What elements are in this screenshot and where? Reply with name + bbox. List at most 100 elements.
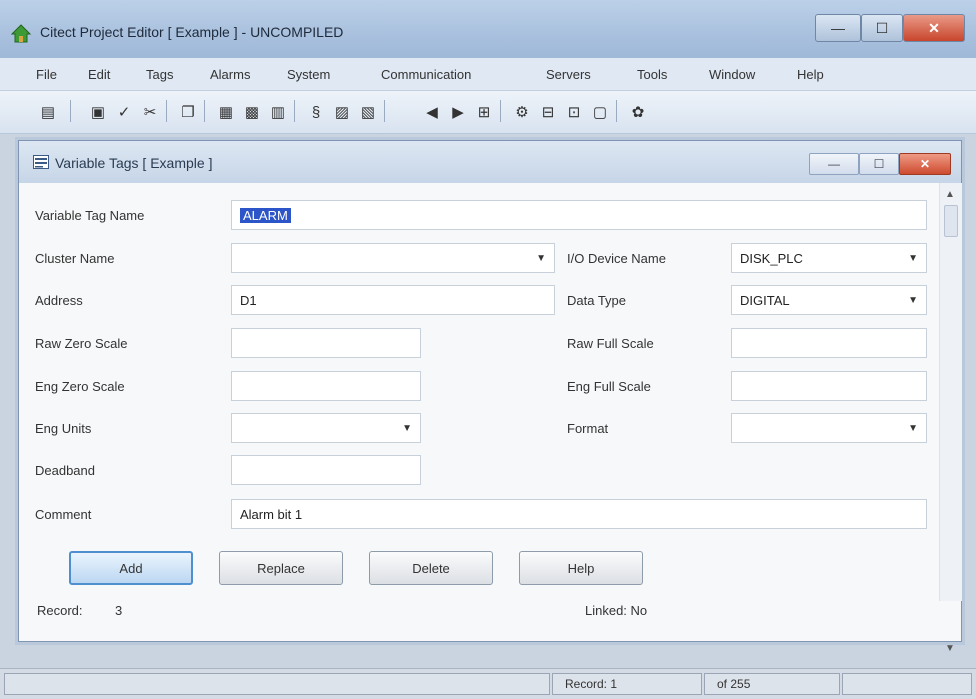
maximize-icon: ☐: [873, 157, 885, 171]
variable-tags-icon[interactable]: ▦: [214, 99, 238, 125]
compile-icon[interactable]: ✓: [112, 99, 136, 125]
close-icon: ✕: [919, 157, 931, 171]
maximize-icon: ☐: [875, 19, 889, 36]
status-of-count: of 255: [704, 673, 840, 695]
raw-zero-label: Raw Zero Scale: [35, 336, 128, 351]
comment-value: Alarm bit 1: [240, 506, 303, 522]
chevron-down-icon: ▼: [402, 423, 412, 434]
record-value: 3: [115, 603, 123, 618]
computer-icon[interactable]: ▢: [588, 99, 612, 125]
maximize-button[interactable]: ☐: [861, 14, 903, 42]
add-record-icon[interactable]: ⊞: [472, 99, 496, 125]
eng-zero-label: Eng Zero Scale: [35, 379, 125, 394]
deadband-input[interactable]: [231, 455, 421, 485]
io-device-value: DISK_PLC: [740, 250, 803, 266]
raw-full-label: Raw Full Scale: [567, 336, 654, 351]
chevron-down-icon: ▼: [908, 295, 918, 306]
menu-servers[interactable]: Servers: [546, 67, 591, 82]
replace-button[interactable]: Replace: [219, 551, 343, 585]
menu-communication[interactable]: Communication: [381, 67, 471, 82]
menu-window[interactable]: Window: [709, 67, 755, 82]
format-label: Format: [567, 421, 609, 436]
eng-units-select[interactable]: ▼: [231, 413, 421, 443]
record-label: Record:: [37, 603, 83, 618]
deadband-label: Deadband: [35, 463, 95, 478]
status-pane-main: [4, 673, 550, 695]
menubar: File Edit Tags Alarms System Communicati…: [0, 58, 976, 91]
cluster-select[interactable]: ▼: [231, 243, 555, 273]
delete-button[interactable]: Delete: [369, 551, 493, 585]
menu-alarms[interactable]: Alarms: [210, 67, 250, 82]
help-icon[interactable]: ✿: [626, 99, 650, 125]
io-device-select[interactable]: DISK_PLC ▼: [731, 243, 927, 273]
next-record-icon[interactable]: ▶: [446, 99, 470, 125]
variable-tags-window: Variable Tags [ Example ] — ☐ ✕ Variable…: [18, 140, 962, 654]
advanced-alarms-icon[interactable]: ▩: [240, 99, 264, 125]
devices-icon[interactable]: ▧: [356, 99, 380, 125]
project-icon[interactable]: ▤: [36, 99, 60, 125]
analog-alarms-icon[interactable]: ▨: [330, 99, 354, 125]
express-wizard-icon[interactable]: ⚙: [510, 99, 534, 125]
data-type-value: DIGITAL: [740, 292, 790, 308]
child-maximize-button[interactable]: ☐: [859, 153, 899, 175]
address-input[interactable]: D1: [231, 285, 555, 315]
add-button[interactable]: Add: [69, 551, 193, 585]
address-value: D1: [240, 292, 257, 308]
cut-icon[interactable]: ✂: [138, 99, 162, 125]
child-titlebar[interactable]: Variable Tags [ Example ] — ☐ ✕: [19, 141, 961, 184]
menu-file[interactable]: File: [36, 67, 57, 82]
close-button[interactable]: ✕: [903, 14, 965, 42]
status-pane-extra: [842, 673, 972, 695]
prev-record-icon[interactable]: ◀: [420, 99, 444, 125]
linked-status: Linked: No: [585, 603, 648, 618]
close-icon: ✕: [928, 19, 940, 36]
menu-edit[interactable]: Edit: [88, 67, 110, 82]
boards-icon[interactable]: ⊡: [562, 99, 586, 125]
digital-alarms-icon[interactable]: ▥: [266, 99, 290, 125]
child-close-button[interactable]: ✕: [899, 153, 951, 175]
data-type-label: Data Type: [567, 293, 627, 308]
scroll-up-icon[interactable]: ▲: [945, 189, 955, 200]
form-scrollbar[interactable]: ▲ ▼: [939, 183, 962, 654]
data-type-select[interactable]: DIGITAL ▼: [731, 285, 927, 315]
tag-name-value: ALARM: [240, 207, 291, 223]
window-titlebar[interactable]: Citect Project Editor [ Example ] - UNCO…: [0, 0, 976, 59]
variable-tags-icon: [33, 155, 49, 169]
address-label: Address: [35, 293, 83, 308]
menu-tags[interactable]: Tags: [146, 67, 173, 82]
comment-label: Comment: [35, 507, 92, 522]
menu-help[interactable]: Help: [797, 67, 824, 82]
status-record: Record: 1: [552, 673, 702, 695]
scroll-thumb[interactable]: [944, 205, 958, 237]
eng-zero-input[interactable]: [231, 371, 421, 401]
minimize-button[interactable]: —: [815, 14, 861, 42]
chevron-down-icon: ▼: [536, 253, 546, 264]
minimize-icon: —: [831, 20, 845, 36]
save-icon[interactable]: ▣: [86, 99, 110, 125]
chevron-down-icon: ▼: [908, 253, 918, 264]
scroll-down-icon[interactable]: ▼: [945, 643, 955, 654]
ports-icon[interactable]: ⊟: [536, 99, 560, 125]
tag-name-label: Variable Tag Name: [35, 208, 145, 223]
child-title: Variable Tags [ Example ]: [55, 155, 213, 171]
child-minimize-button[interactable]: —: [809, 153, 859, 175]
chevron-down-icon: ▼: [908, 423, 918, 434]
eng-full-label: Eng Full Scale: [567, 379, 651, 394]
raw-full-input[interactable]: [731, 328, 927, 358]
paste-icon[interactable]: §: [304, 99, 328, 125]
menu-tools[interactable]: Tools: [637, 67, 667, 82]
citect-app-icon: [10, 24, 32, 43]
help-button[interactable]: Help: [519, 551, 643, 585]
format-select[interactable]: ▼: [731, 413, 927, 443]
eng-full-input[interactable]: [731, 371, 927, 401]
io-device-label: I/O Device Name: [567, 251, 666, 266]
minimize-icon: —: [828, 157, 840, 171]
menu-system[interactable]: System: [287, 67, 330, 82]
tag-name-input[interactable]: ALARM: [231, 200, 927, 230]
comment-input[interactable]: Alarm bit 1: [231, 499, 927, 529]
raw-zero-input[interactable]: [231, 328, 421, 358]
toolbar: ▤ ▣ ✓ ✂ ❐ ▦ ▩ ▥ § ▨ ▧ ◀ ▶ ⊞ ⚙ ⊟ ⊡ ▢ ✿: [0, 91, 976, 134]
status-bar: Record: 1 of 255: [0, 668, 976, 699]
eng-units-label: Eng Units: [35, 421, 92, 436]
copy-icon[interactable]: ❐: [176, 99, 200, 125]
